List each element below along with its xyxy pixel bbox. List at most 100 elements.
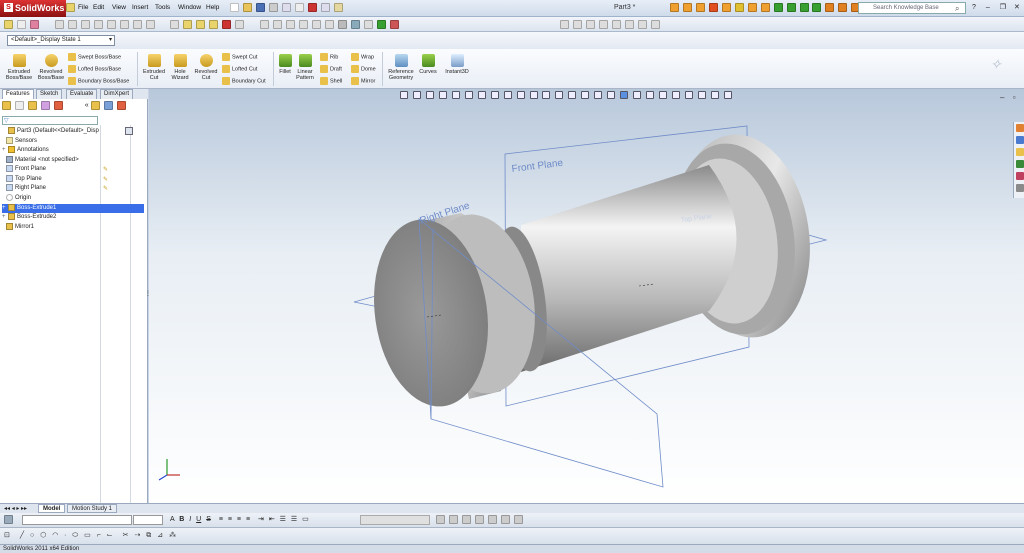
- sheetmetal-icon[interactable]: [838, 3, 848, 12]
- circle-tool-icon[interactable]: ○: [30, 532, 34, 539]
- tool-icon-2[interactable]: [572, 20, 582, 29]
- visibility-icon[interactable]: ✎: [103, 166, 108, 176]
- rectangle-icon[interactable]: [67, 20, 77, 29]
- shell-button[interactable]: Shell: [320, 77, 342, 85]
- tree-item-right-plane[interactable]: Right Plane: [6, 184, 46, 193]
- list-icon[interactable]: ☰: [280, 516, 286, 523]
- pan-icon[interactable]: [312, 20, 322, 29]
- scene-icon[interactable]: [376, 20, 386, 29]
- align-center-icon[interactable]: ≡: [228, 516, 232, 523]
- layer-icon-4[interactable]: [474, 515, 484, 524]
- close-icon[interactable]: ✕: [1014, 4, 1020, 11]
- select-arrow-icon[interactable]: [16, 20, 26, 29]
- format-icon[interactable]: [4, 515, 15, 524]
- file-properties-icon[interactable]: [320, 3, 330, 12]
- design-library-pane-icon[interactable]: [1016, 136, 1024, 144]
- hu-icon-3[interactable]: [710, 91, 719, 99]
- scan-icon[interactable]: [786, 3, 796, 12]
- tool-icon-1[interactable]: [560, 20, 569, 29]
- shadow-icon[interactable]: [633, 91, 642, 99]
- font-size-dropdown[interactable]: [133, 515, 163, 525]
- tree-item-front-plane[interactable]: Front Plane: [6, 165, 46, 174]
- tab-nav-arrows[interactable]: ◂◂ ◂ ▸ ▸▸: [4, 505, 27, 512]
- dome-button[interactable]: Dome: [351, 65, 376, 73]
- cartoon-icon[interactable]: [659, 91, 668, 99]
- new-icon[interactable]: [230, 3, 239, 12]
- strikethrough-icon[interactable]: S: [206, 516, 211, 523]
- swept-cut-button[interactable]: Swept Cut: [222, 53, 257, 61]
- tree-item-mirror1[interactable]: Mirror1: [6, 223, 34, 232]
- tree-item-boss-extrude1[interactable]: + Boss-Extrude1: [2, 204, 144, 213]
- rebuild-icon[interactable]: [307, 3, 317, 12]
- display-hu-icon[interactable]: [503, 91, 512, 99]
- layer-icon-7[interactable]: [513, 515, 523, 524]
- text-box-icon[interactable]: ▭: [302, 516, 309, 523]
- display-state-dropdown[interactable]: <Default>_Display State 1 ▾: [7, 35, 115, 46]
- feature-icon-a[interactable]: [183, 20, 193, 29]
- design-library-icon[interactable]: [682, 3, 692, 12]
- wrap-button[interactable]: Wrap: [351, 53, 374, 61]
- tree-item-part[interactable]: Part3 (Default<<Default>_Disp: [2, 127, 99, 136]
- file-explorer-icon[interactable]: [695, 3, 705, 12]
- menu-edit[interactable]: Edit: [93, 4, 104, 11]
- rebuild-small-icon[interactable]: [222, 20, 232, 29]
- tree-item-origin[interactable]: Origin: [6, 194, 31, 203]
- routing-icon[interactable]: [734, 3, 744, 12]
- section-hu-icon[interactable]: [438, 91, 447, 99]
- view-orientation-icon[interactable]: [337, 20, 347, 29]
- arc-tool-icon[interactable]: ◠: [52, 532, 58, 539]
- hidden-lines-visible-icon[interactable]: [581, 91, 590, 99]
- revolved-cut-button[interactable]: Revolved Cut: [192, 54, 220, 81]
- zoom-area-icon[interactable]: [273, 20, 283, 29]
- camera-icon[interactable]: [672, 91, 681, 99]
- zoom-area-hu-icon[interactable]: [412, 91, 421, 99]
- pattern-tool-icon[interactable]: ⁂: [169, 532, 176, 539]
- line-tool-icon[interactable]: ╱: [20, 532, 24, 539]
- arc-icon[interactable]: [93, 20, 103, 29]
- font-dropdown[interactable]: [22, 515, 132, 525]
- menu-view[interactable]: View: [112, 4, 126, 11]
- menu-file[interactable]: File: [78, 4, 88, 11]
- ellipse-tool-icon[interactable]: ⬭: [72, 532, 78, 539]
- layer-icon-5[interactable]: [487, 515, 497, 524]
- tool-icon-7[interactable]: [637, 20, 647, 29]
- tree-item-top-plane[interactable]: Top Plane: [6, 175, 42, 184]
- numbered-list-icon[interactable]: ☰: [291, 516, 297, 523]
- offset-tool-icon[interactable]: ⧉: [146, 532, 151, 539]
- grid-icon[interactable]: [235, 20, 245, 29]
- menu-insert[interactable]: Insert: [132, 4, 148, 11]
- zoom-icon[interactable]: [286, 20, 296, 29]
- trim-tool-icon[interactable]: ✂: [123, 532, 129, 539]
- rotate-icon[interactable]: [299, 20, 309, 29]
- costing-icon[interactable]: [773, 3, 783, 12]
- tree-item-annotations[interactable]: + Annotations: [2, 146, 49, 155]
- edit-appearance-hu-icon[interactable]: [529, 91, 538, 99]
- menu-window[interactable]: Window: [178, 4, 201, 11]
- search-input[interactable]: Search Knowledge Base ⌕: [858, 2, 966, 14]
- underline-icon[interactable]: U: [196, 516, 201, 523]
- feature-tree-icon[interactable]: [2, 101, 11, 110]
- hidden-lines-removed-icon[interactable]: [594, 91, 603, 99]
- appearances-icon[interactable]: [389, 20, 399, 29]
- sum-icon[interactable]: [132, 20, 142, 29]
- boundary-boss-button[interactable]: Boundary Boss/Base: [68, 77, 129, 85]
- file-explorer-pane-icon[interactable]: [1016, 148, 1024, 156]
- menu-tools[interactable]: Tools: [155, 4, 170, 11]
- smart-dimension-icon[interactable]: [119, 20, 129, 29]
- reference-geometry-button[interactable]: Reference Geometry: [385, 54, 417, 81]
- save-icon[interactable]: [255, 3, 265, 12]
- tool-icon-6[interactable]: [624, 20, 634, 29]
- revolved-boss-button[interactable]: Revolved Boss/Base: [35, 54, 67, 81]
- mirror-tool-icon[interactable]: ⊿: [157, 532, 163, 539]
- tree-item-material[interactable]: Material <not specified>: [6, 156, 79, 165]
- trim-icon[interactable]: [170, 20, 180, 29]
- search-icon[interactable]: ⌕: [955, 4, 959, 14]
- mirror-button[interactable]: Mirror: [351, 77, 375, 85]
- point-tool-icon[interactable]: ∙: [64, 532, 66, 539]
- instant3d-button[interactable]: Instant3D: [442, 54, 472, 75]
- measure-icon[interactable]: [145, 20, 155, 29]
- doc-minimize-icon[interactable]: –: [1000, 93, 1004, 102]
- dfm-icon[interactable]: [812, 3, 822, 12]
- lofted-cut-button[interactable]: Lofted Cut: [222, 65, 257, 73]
- tree-column-divider[interactable]: [100, 125, 101, 503]
